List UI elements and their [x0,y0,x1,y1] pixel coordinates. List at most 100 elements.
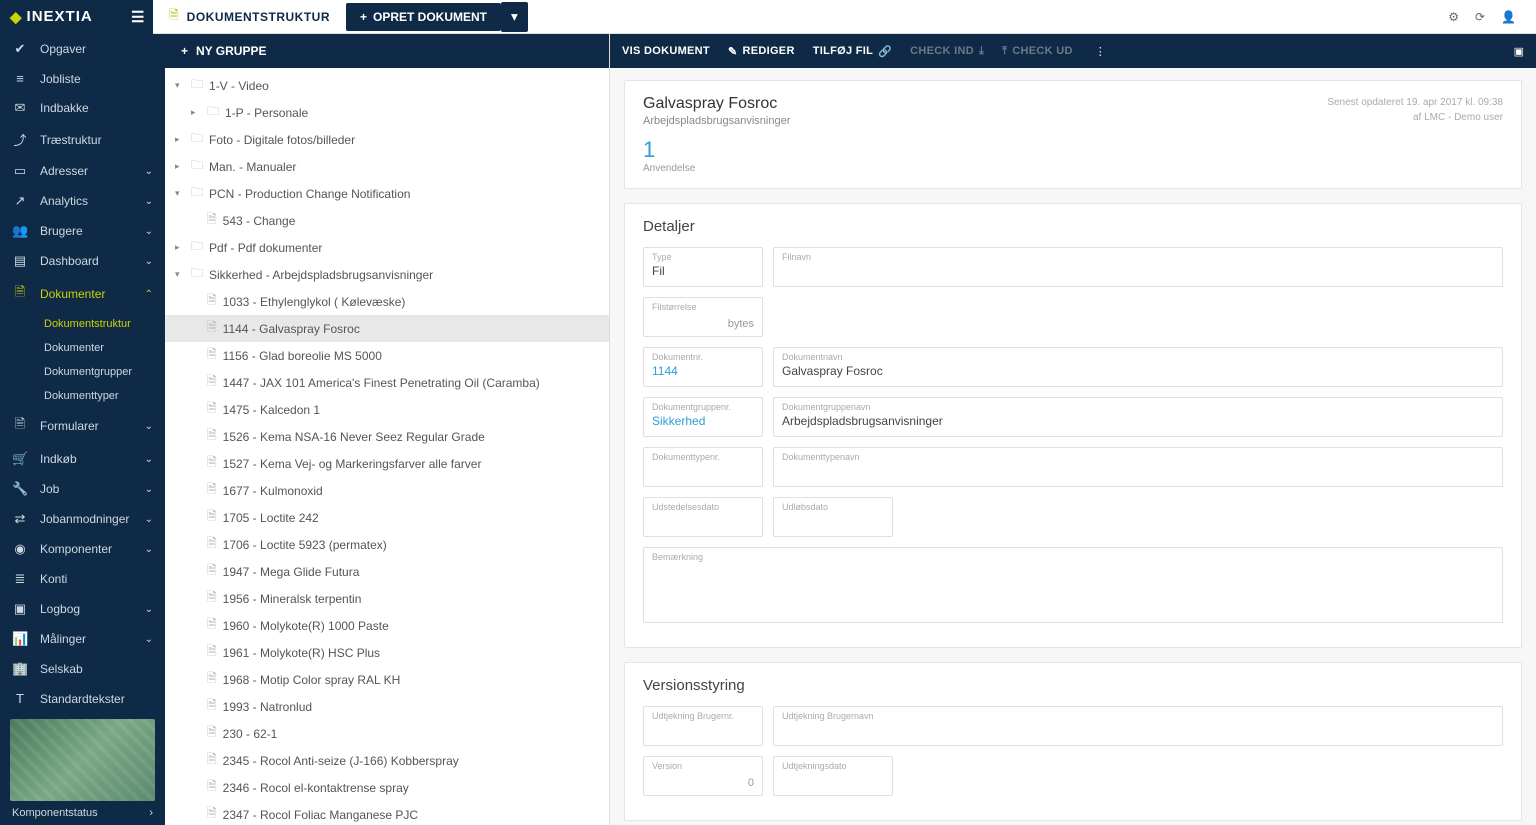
sidebar-item-målinger[interactable]: 📊Målinger⌄ [0,624,165,654]
tree-folder[interactable]: ▸🗀Pdf - Pdf dokumenter [165,234,609,261]
tree-file[interactable]: 🗎543 - Change [165,207,609,234]
tree-file[interactable]: 🗎1144 - Galvaspray Fosroc [165,315,609,342]
details-card: Detaljer TypeFil Filnavn Filstørrelsebyt… [624,203,1522,648]
typename-field: Dokumenttypenavn [773,447,1503,487]
tree-file[interactable]: 🗎1705 - Loctite 242 [165,504,609,531]
tree-folder[interactable]: ▾🗀1-V - Video [165,72,609,99]
tree-file[interactable]: 🗎1526 - Kema NSA-16 Never Seez Regular G… [165,423,609,450]
tree-file[interactable]: 🗎1956 - Mineralsk terpentin [165,585,609,612]
nav-label: Indkøb [40,452,77,466]
more-icon[interactable]: ⋮ [1095,45,1106,58]
remark-field: Bemærkning [643,547,1503,623]
tree-folder[interactable]: ▾🗀Sikkerhed - Arbejdspladsbrugsanvisning… [165,261,609,288]
attach-file-button[interactable]: TILFØJ FIL🔗 [813,45,892,58]
sidebar-footer[interactable]: Komponentstatus › [0,801,165,825]
user-icon[interactable]: 👤 [1501,10,1516,24]
issued-field: Udstedelsesdato [643,497,763,537]
sidebar-item-indbakke[interactable]: ✉Indbakke [0,93,165,123]
tree-file[interactable]: 🗎1960 - Molykote(R) 1000 Paste [165,612,609,639]
file-icon: 🗎 [207,399,217,420]
new-group-button[interactable]: + NY GRUPPE [165,34,609,68]
chevron-icon: ⌄ [145,634,153,645]
sidebar-item-analytics[interactable]: ↗Analytics⌄ [0,186,165,216]
tree-label: 1526 - Kema NSA-16 Never Seez Regular Gr… [223,430,485,444]
fullscreen-icon[interactable]: ▣ [1514,45,1524,58]
brand-text: INEXTIA [27,8,93,25]
caret-icon: ▸ [191,107,201,118]
document-tree[interactable]: ▾🗀1-V - Video▸🗀1-P - Personale▸🗀Foto - D… [165,68,609,825]
edit-button[interactable]: ✎REDIGER [728,45,795,58]
sidebar-subitem-dokumenter[interactable]: Dokumenter [0,336,165,360]
tree-folder[interactable]: ▸🗀1-P - Personale [165,99,609,126]
nav-icon: 👥 [12,223,28,239]
groupnr-field: Dokumentgruppenr.Sikkerhed [643,397,763,437]
tree-label: 1-V - Video [209,79,269,93]
sidebar-item-jobanmodninger[interactable]: ⇄Jobanmodninger⌄ [0,504,165,534]
tree-file[interactable]: 🗎1706 - Loctite 5923 (permatex) [165,531,609,558]
tree-folder[interactable]: ▸🗀Foto - Digitale fotos/billeder [165,126,609,153]
checkout-username-field: Udtjekning Brugernavn [773,706,1503,746]
tree-folder[interactable]: ▾🗀PCN - Production Change Notification [165,180,609,207]
sidebar-subitem-dokumentstruktur[interactable]: Dokumentstruktur [0,312,165,336]
checkout-button[interactable]: ⤒CHECK UD [1002,45,1073,58]
create-document-button[interactable]: + OPRET DOKUMENT [346,3,501,31]
sidebar-item-formularer[interactable]: 🗎Formularer⌄ [0,408,165,444]
sidebar-item-indkøb[interactable]: 🛒Indkøb⌄ [0,444,165,474]
sidebar-item-træstruktur[interactable]: ⤴Træstruktur [0,123,165,156]
sidebar-item-dokumenter[interactable]: 🗎Dokumenter⌃ [0,276,165,312]
nav-icon: ◉ [12,541,28,557]
sidebar-item-adresser[interactable]: ▭Adresser⌄ [0,156,165,186]
file-icon: 🗎 [207,696,217,717]
sidebar-item-dashboard[interactable]: ▤Dashboard⌄ [0,246,165,276]
tree-file[interactable]: 🗎1677 - Kulmonoxid [165,477,609,504]
file-icon: 🗎 [207,453,217,474]
tree-file[interactable]: 🗎2346 - Rocol el-kontaktrense spray [165,774,609,801]
sidebar-item-selskab[interactable]: 🏢Selskab [0,654,165,684]
chevron-icon: ⌄ [145,421,153,432]
folder-icon: 🗀 [191,129,203,150]
sidebar-item-standardtekster[interactable]: TStandardtekster [0,684,165,713]
menu-toggle-icon[interactable]: ☰ [131,8,143,26]
tree-label: 1993 - Natronlud [223,700,312,714]
expire-field: Udløbsdato [773,497,893,537]
sidebar-subitem-dokumentgrupper[interactable]: Dokumentgrupper [0,360,165,384]
tree-label: 1156 - Glad boreolie MS 5000 [223,349,382,363]
tree-file[interactable]: 🗎1475 - Kalcedon 1 [165,396,609,423]
sidebar-item-komponenter[interactable]: ◉Komponenter⌄ [0,534,165,564]
tree-file[interactable]: 🗎1961 - Molykote(R) HSC Plus [165,639,609,666]
tree-file[interactable]: 🗎2345 - Rocol Anti-seize (J-166) Kobbers… [165,747,609,774]
tree-file[interactable]: 🗎1968 - Motip Color spray RAL KH [165,666,609,693]
tree-file[interactable]: 🗎1527 - Kema Vej- og Markeringsfarver al… [165,450,609,477]
tree-file[interactable]: 🗎230 - 62-1 [165,720,609,747]
tree-panel: + NY GRUPPE ▾🗀1-V - Video▸🗀1-P - Persona… [165,34,610,825]
sidebar-item-logbog[interactable]: ▣Logbog⌄ [0,594,165,624]
sidebar-item-jobliste[interactable]: ≡Jobliste [0,64,165,93]
sidebar-item-brugere[interactable]: 👥Brugere⌄ [0,216,165,246]
sidebar: ✔Opgaver≡Jobliste✉Indbakke⤴Træstruktur▭A… [0,34,165,825]
usage-label: Anvendelse [643,163,1503,174]
sidebar-item-opgaver[interactable]: ✔Opgaver [0,34,165,64]
sidebar-subitem-dokumenttyper[interactable]: Dokumenttyper [0,384,165,408]
create-dropdown-button[interactable]: ▾ [501,2,528,32]
checkin-button[interactable]: CHECK IND⤓ [910,45,984,58]
view-document-button[interactable]: VIS DOKUMENT [622,45,710,57]
nav-label: Jobliste [40,72,81,86]
tree-file[interactable]: 🗎2347 - Rocol Foliac Manganese PJC [165,801,609,825]
file-icon: 🗎 [207,534,217,555]
tree-folder[interactable]: ▸🗀Man. - Manualer [165,153,609,180]
breadcrumb: 🗎 DOKUMENTSTRUKTUR [153,6,346,27]
tree-file[interactable]: 🗎1033 - Ethylenglykol ( Kølevæske) [165,288,609,315]
tree-file[interactable]: 🗎1156 - Glad boreolie MS 5000 [165,342,609,369]
sidebar-item-konti[interactable]: ≣Konti [0,564,165,594]
history-icon[interactable]: ⟳ [1475,10,1485,24]
nav-icon: 🛒 [12,451,28,467]
sidebar-item-job[interactable]: 🔧Job⌄ [0,474,165,504]
nav-icon: 📊 [12,631,28,647]
nav-label: Adresser [40,164,88,178]
settings-icon[interactable]: ⚙ [1448,10,1459,24]
tree-file[interactable]: 🗎 1993 - Natronlud [165,693,609,720]
tree-file[interactable]: 🗎1447 - JAX 101 America's Finest Penetra… [165,369,609,396]
tree-file[interactable]: 🗎1947 - Mega Glide Futura [165,558,609,585]
folder-icon: 🗀 [191,264,203,285]
tree-label: 1-P - Personale [225,106,308,120]
